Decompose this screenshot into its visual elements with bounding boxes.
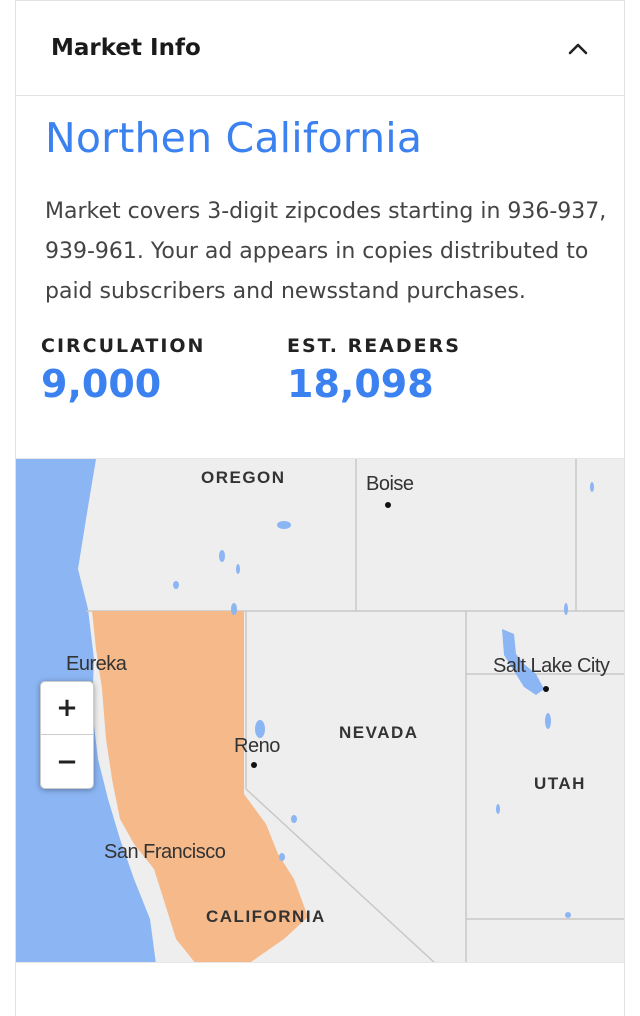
reno-label: Reno bbox=[234, 735, 280, 757]
boise-label: Boise bbox=[366, 473, 414, 495]
est-readers-value: 18,098 bbox=[287, 362, 434, 406]
market-info-header[interactable]: Market Info bbox=[16, 0, 624, 96]
chevron-up-icon[interactable] bbox=[566, 37, 590, 61]
market-description: Market covers 3-digit zipcodes starting … bbox=[45, 199, 607, 304]
eureka-label: Eureka bbox=[66, 653, 127, 675]
san-francisco-label: San Francisco bbox=[104, 841, 226, 863]
circulation-label: CIRCULATION bbox=[41, 335, 206, 357]
map-canvas[interactable] bbox=[16, 459, 624, 963]
salt-lake-city-label: Salt Lake City bbox=[493, 655, 610, 677]
market-info-card: Market Info Northen California Market co… bbox=[15, 0, 625, 1016]
utah-label: UTAH bbox=[534, 774, 586, 793]
california-label: CALIFORNIA bbox=[206, 907, 326, 926]
nevada-label: NEVADA bbox=[339, 723, 419, 742]
market-name: Northen California bbox=[45, 114, 423, 162]
zoom-control: + − bbox=[40, 681, 94, 789]
circulation-value: 9,000 bbox=[41, 362, 162, 406]
oregon-label: OREGON bbox=[201, 468, 286, 487]
est-readers-label: EST. READERS bbox=[287, 335, 461, 357]
market-map[interactable]: OREGON NEVADA UTAH CALIFORNIA Boise Eure… bbox=[16, 458, 624, 963]
panel-title: Market Info bbox=[51, 35, 201, 61]
zoom-out-button[interactable]: − bbox=[41, 736, 93, 789]
zoom-in-button[interactable]: + bbox=[41, 682, 93, 735]
